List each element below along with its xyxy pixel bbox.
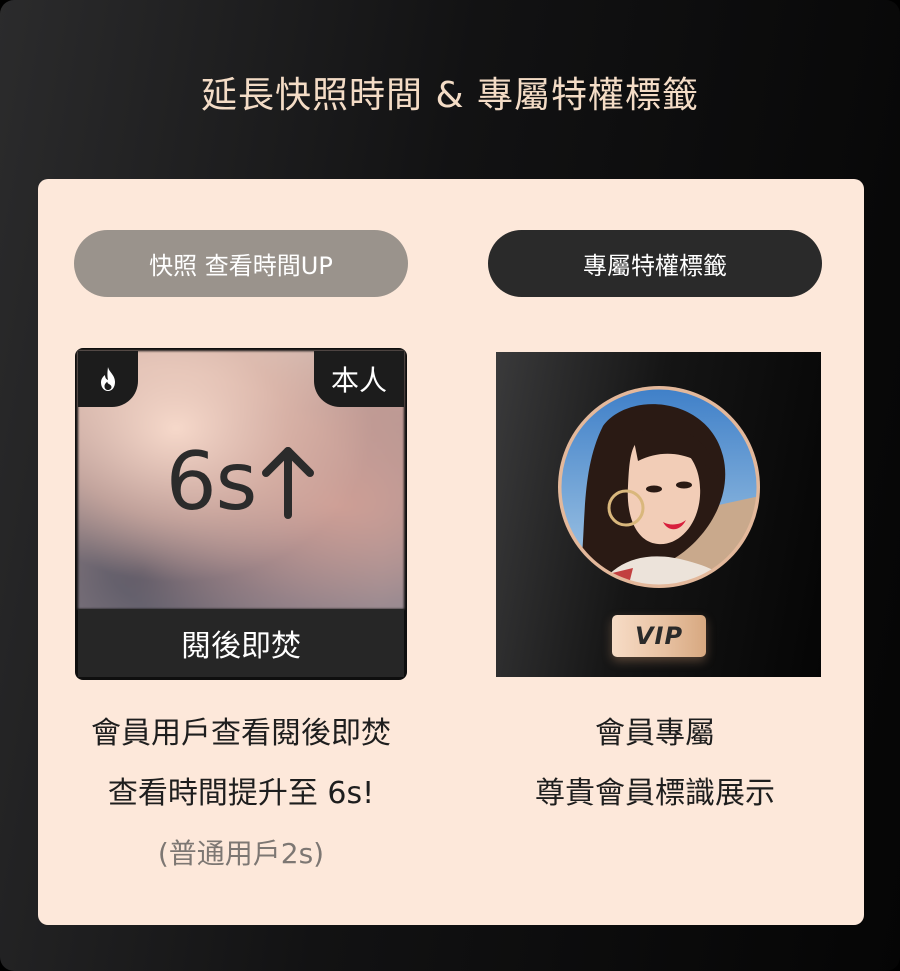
time-overlay: 6s <box>75 426 407 536</box>
vip-desc-line1: 會員專屬 <box>595 716 715 751</box>
arrow-up-icon <box>262 447 315 519</box>
promo-frame: 延長快照時間 & 專屬特權標籤 快照 查看時間UP 專屬特權標籤 本人 6s 閱… <box>0 0 900 971</box>
self-badge: 本人 <box>314 351 404 407</box>
tab-snapshot-time-up[interactable]: 快照 查看時間UP <box>74 230 408 297</box>
vip-badge: VIP <box>612 615 706 657</box>
snapshot-preview-card: 本人 6s 閱後即焚 <box>75 348 407 680</box>
vip-badge-card: VIP <box>496 352 821 677</box>
vip-desc-line2: 尊貴會員標識展示 <box>535 776 775 811</box>
feature-panel: 快照 查看時間UP 專屬特權標籤 本人 6s 閱後即焚 VIP 會員用戶查看閱後… <box>38 179 864 925</box>
time-value: 6s <box>165 434 258 528</box>
avatar <box>558 386 760 588</box>
vip-description: 會員專屬 尊貴會員標識展示 <box>472 704 838 824</box>
flame-icon <box>101 367 115 391</box>
avatar-photo <box>558 386 760 588</box>
flame-badge <box>78 351 138 407</box>
tab-exclusive-label: 專屬特權標籤 <box>583 252 727 280</box>
page-title: 延長快照時間 & 專屬特權標籤 <box>201 75 699 116</box>
snapshot-footer: 閱後即焚 <box>78 609 404 677</box>
snapshot-desc-note: (普通用戶2s) <box>157 837 325 870</box>
tab-snapshot-label: 快照 查看時間UP <box>149 252 333 280</box>
burn-after-reading-label: 閱後即焚 <box>181 629 301 664</box>
snapshot-desc-line1: 會員用戶查看閱後即焚 <box>91 716 391 751</box>
vip-badge-label: VIP <box>634 622 684 650</box>
self-badge-label: 本人 <box>330 364 387 397</box>
tab-exclusive-badge[interactable]: 專屬特權標籤 <box>488 230 822 297</box>
snapshot-desc-line2: 查看時間提升至 6s! <box>107 776 375 811</box>
snapshot-description: 會員用戶查看閱後即焚 查看時間提升至 6s! (普通用戶2s) <box>58 704 424 884</box>
